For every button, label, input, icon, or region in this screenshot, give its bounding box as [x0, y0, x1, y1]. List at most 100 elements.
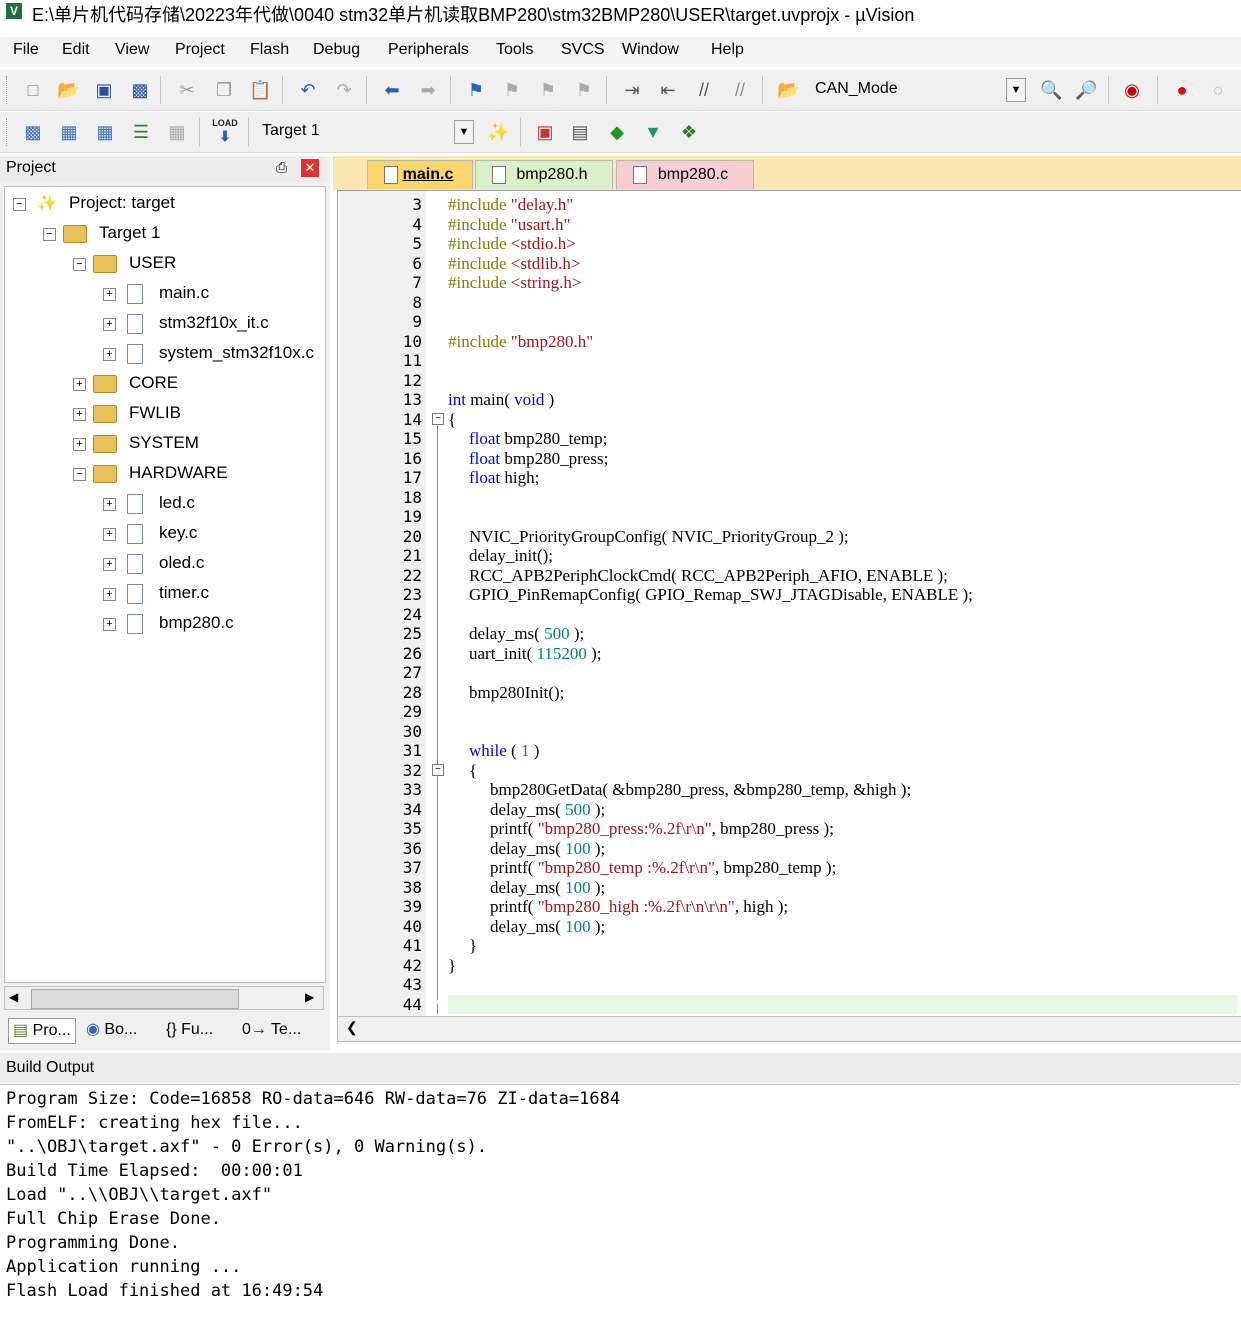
copy-icon[interactable]: ❐	[213, 79, 235, 101]
find-in-files-icon[interactable]: 📂	[777, 79, 799, 101]
code-line: printf( "bmp280_press:%.2f\r\n", bmp280_…	[490, 819, 834, 838]
next-bookmark-icon[interactable]: ⚑	[537, 79, 559, 101]
menu-debug[interactable]: Debug	[313, 41, 360, 59]
breakpoint-icon[interactable]: ●	[1171, 79, 1193, 101]
tab-bmp280-h[interactable]: bmp280.h	[475, 160, 613, 189]
project-horizontal-scrollbar[interactable]: ◀ ▶	[4, 986, 324, 1010]
menu-edit[interactable]: Edit	[62, 41, 90, 59]
tab-main-c[interactable]: main.c	[367, 160, 473, 189]
tab-books[interactable]: ◉ Bo...	[86, 1018, 137, 1042]
pack-installer-icon[interactable]: ▼	[642, 121, 664, 143]
collapse-icon[interactable]: −	[73, 468, 86, 481]
scroll-right-icon[interactable]: ▶	[305, 990, 314, 1004]
chevron-down-icon[interactable]: ▼	[1006, 78, 1026, 102]
bookmark-icon[interactable]: ⚑	[465, 79, 487, 101]
tab-templates[interactable]: 0→ Te...	[242, 1018, 301, 1042]
run-time-environment-icon[interactable]: ❖	[678, 121, 700, 143]
line-number: 5	[412, 234, 422, 253]
file-label: main.c	[159, 283, 210, 302]
batch-build-icon[interactable]: ☰	[130, 121, 152, 143]
new-file-icon[interactable]: □	[22, 79, 44, 101]
stop-build-icon[interactable]: ▦	[166, 121, 188, 143]
cut-icon[interactable]: ✂	[176, 79, 198, 101]
navigate-back-icon[interactable]: ⬅	[381, 79, 403, 101]
expand-icon[interactable]: +	[103, 558, 116, 571]
disable-breakpoint-icon[interactable]: ○	[1207, 79, 1229, 101]
navigate-forward-icon[interactable]: ➡	[417, 79, 439, 101]
save-icon[interactable]: ▣	[93, 79, 115, 101]
build-target-value[interactable]: Target 1	[262, 122, 320, 140]
incremental-find-icon[interactable]: 🔎	[1075, 79, 1097, 101]
build-output-line: Flash Load finished at 16:49:54	[6, 1281, 324, 1301]
menu-file[interactable]: File	[13, 41, 39, 59]
build-toolbar: ▩ ▦ ▦ ☰ ▦ LOAD ⬇ Target 1 ▼ ✨ ▣ ▤ ◆ ▼ ❖	[0, 112, 1241, 153]
open-folder-icon[interactable]: 📂	[57, 79, 79, 101]
tab-functions[interactable]: {} Fu...	[166, 1018, 213, 1042]
menu-help[interactable]: Help	[711, 41, 744, 59]
line-number: 44	[402, 994, 422, 1014]
tab-project[interactable]: ▤ Pro...	[8, 1018, 76, 1044]
debug-session-icon[interactable]: ◉	[1121, 79, 1143, 101]
expand-icon[interactable]: +	[73, 378, 86, 391]
comment-icon[interactable]: //	[693, 79, 715, 101]
expand-icon[interactable]: +	[103, 318, 116, 331]
uncomment-icon[interactable]: //	[729, 79, 751, 101]
redo-icon[interactable]: ↷	[333, 79, 355, 101]
expand-icon[interactable]: +	[103, 498, 116, 511]
build-icon[interactable]: ▦	[58, 121, 80, 143]
translate-icon[interactable]: ▩	[22, 121, 44, 143]
menu-flash[interactable]: Flash	[250, 41, 289, 59]
toolbar-grip[interactable]	[6, 118, 10, 146]
scroll-left-icon[interactable]: ❮	[346, 1019, 358, 1036]
editor-horizontal-scrollbar[interactable]: ❮	[337, 1016, 1241, 1042]
close-icon[interactable]: ✕	[301, 159, 319, 177]
title-bar: V E:\单片机代码存储\20223年代做\0040 stm32单片机读取BMP…	[0, 0, 1241, 25]
line-number: 8	[412, 292, 422, 312]
indent-icon[interactable]: ⇥	[621, 79, 643, 101]
menu-project[interactable]: Project	[175, 41, 225, 59]
collapse-icon[interactable]: −	[43, 228, 56, 241]
menu-view[interactable]: View	[115, 41, 149, 59]
chevron-down-icon[interactable]: ▼	[454, 120, 474, 144]
menu-window[interactable]: Window	[622, 41, 679, 59]
menu-peripherals[interactable]: Peripherals	[388, 41, 469, 59]
collapse-icon[interactable]: −	[13, 198, 26, 211]
clear-bookmarks-icon[interactable]: ⚑	[573, 79, 595, 101]
build-output-pane[interactable]: Program Size: Code=16858 RO-data=646 RW-…	[0, 1084, 1239, 1326]
save-all-icon[interactable]: ▩	[129, 79, 151, 101]
paste-icon[interactable]: 📋	[249, 79, 271, 101]
find-icon[interactable]: 🔍	[1040, 79, 1062, 101]
code-editor[interactable]: 3 4 5 6 7 8 9 10 11 12 13 14 15 16 17 18 19 20 21 22 23 24 25 2…	[337, 190, 1241, 1018]
scroll-left-icon[interactable]: ◀	[9, 990, 18, 1004]
target-combo-value[interactable]: CAN_Mode	[815, 80, 898, 98]
unindent-icon[interactable]: ⇤	[657, 79, 679, 101]
collapse-icon[interactable]: −	[73, 258, 86, 271]
expand-icon[interactable]: +	[103, 348, 116, 361]
select-packs-icon[interactable]: ▤	[569, 121, 591, 143]
target-label: Target 1	[99, 223, 161, 242]
manage-project-items-icon[interactable]: ▣	[534, 121, 556, 143]
scrollbar-thumb[interactable]	[31, 989, 239, 1009]
expand-icon[interactable]: +	[73, 438, 86, 451]
pin-icon[interactable]: ⎙	[276, 159, 287, 176]
rebuild-icon[interactable]: ▦	[94, 121, 116, 143]
expand-icon[interactable]: +	[103, 618, 116, 631]
expand-icon[interactable]: +	[103, 288, 116, 301]
code-line: }	[448, 956, 457, 975]
prev-bookmark-icon[interactable]: ⚑	[501, 79, 523, 101]
manage-rte-icon[interactable]: ◆	[606, 121, 628, 143]
target-options-icon[interactable]: ✨	[487, 121, 509, 143]
expand-icon[interactable]: +	[73, 408, 86, 421]
tab-bmp280-c[interactable]: bmp280.c	[616, 160, 754, 189]
line-number: 11	[402, 351, 422, 370]
toolbar-grip[interactable]	[6, 76, 10, 104]
fold-collapse-icon[interactable]: −	[432, 764, 444, 776]
expand-icon[interactable]: +	[103, 528, 116, 541]
line-number: 34	[402, 799, 422, 819]
fold-collapse-icon[interactable]: −	[432, 413, 444, 425]
undo-icon[interactable]: ↶	[297, 79, 319, 101]
menu-tools[interactable]: Tools	[496, 41, 533, 59]
expand-icon[interactable]: +	[103, 588, 116, 601]
load-download-icon[interactable]: LOAD ⬇	[211, 118, 239, 146]
menu-svcs[interactable]: SVCS	[561, 41, 605, 59]
